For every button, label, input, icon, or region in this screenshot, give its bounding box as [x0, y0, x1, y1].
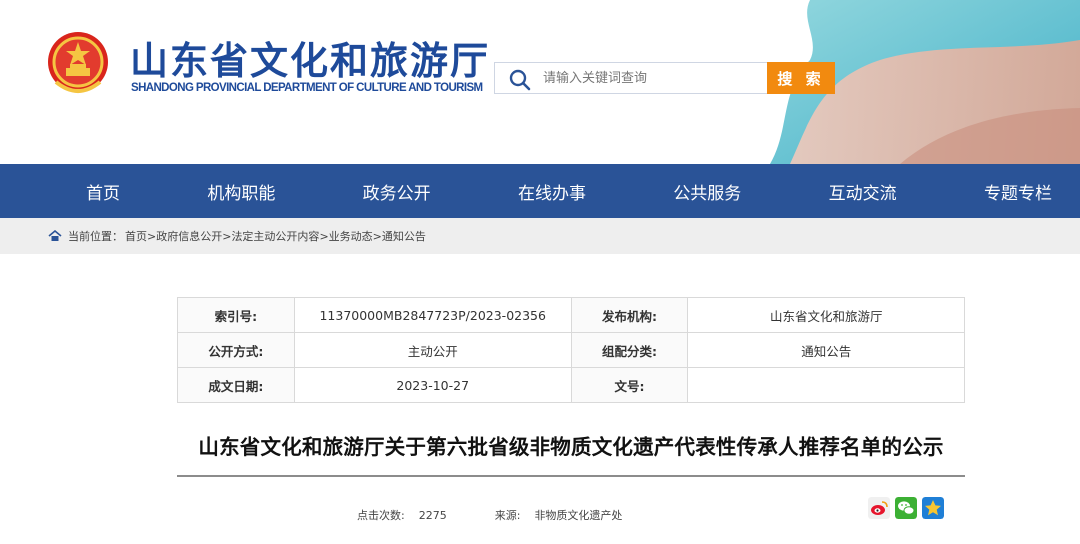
nav-item-special-topics[interactable]: 专题专栏 [984, 179, 1052, 204]
breadcrumb-separator: > [222, 229, 232, 243]
article-title: 山东省文化和旅游厅关于第六批省级非物质文化遗产代表性传承人推荐名单的公示 [198, 435, 944, 459]
main-nav: 首页 机构职能 政务公开 在线办事 公共服务 互动交流 专题专栏 [0, 164, 1080, 218]
view-count: 点击次数: 2275 [357, 507, 447, 523]
meta-key: 文号: [570, 367, 689, 403]
search-box [494, 62, 768, 94]
meta-value: 山东省文化和旅游厅 [687, 297, 965, 333]
meta-key: 成文日期: [177, 367, 295, 403]
source-label: 来源: [494, 509, 521, 522]
table-row: 成文日期: 2023-10-27 文号: [177, 367, 965, 403]
breadcrumb-item-notices[interactable]: 通知公告 [382, 228, 426, 244]
wechat-icon[interactable] [895, 497, 917, 519]
title-divider [177, 475, 965, 477]
site-header: 山东省文化和旅游厅 SHANDONG PROVINCIAL DEPARTMENT… [0, 0, 1080, 164]
meta-key: 组配分类: [570, 332, 689, 368]
article-source: 来源: 非物质文化遗产处 [495, 507, 623, 523]
favorite-icon[interactable] [922, 497, 944, 519]
meta-key: 公开方式: [177, 332, 295, 368]
nav-item-home[interactable]: 首页 [86, 179, 120, 204]
meta-value: 11370000MB2847723P/2023-02356 [293, 297, 572, 333]
breadcrumb-item-home[interactable]: 首页 [125, 228, 147, 244]
breadcrumb: 当前位置： 首页 > 政府信息公开 > 法定主动公开内容 > 业务动态 > 通知… [0, 218, 1080, 254]
table-row: 索引号: 11370000MB2847723P/2023-02356 发布机构:… [177, 297, 965, 333]
site-title: 山东省文化和旅游厅 [130, 39, 491, 83]
share-buttons [868, 497, 944, 519]
breadcrumb-separator: > [372, 229, 382, 243]
search-icon [509, 69, 531, 91]
breadcrumb-item-gov-info[interactable]: 政府信息公开 [156, 228, 222, 244]
search-input[interactable] [543, 63, 763, 93]
national-emblem-icon [48, 32, 108, 93]
table-row: 公开方式: 主动公开 组配分类: 通知公告 [177, 332, 965, 368]
breadcrumb-item-business-news[interactable]: 业务动态 [329, 228, 373, 244]
view-count-value: 2275 [418, 509, 447, 522]
breadcrumb-separator: > [319, 229, 329, 243]
home-icon [48, 230, 62, 241]
source-value: 非物质文化遗产处 [534, 509, 623, 522]
breadcrumb-separator: > [147, 229, 157, 243]
nav-item-government-affairs[interactable]: 政务公开 [363, 179, 431, 204]
meta-value: 通知公告 [687, 332, 965, 368]
meta-value: 主动公开 [293, 332, 572, 368]
nav-item-online-services[interactable]: 在线办事 [518, 179, 586, 204]
meta-value: 2023-10-27 [293, 367, 572, 403]
article-stats: 点击次数: 2275 来源: 非物质文化遗产处 [357, 507, 670, 523]
weibo-icon[interactable] [868, 497, 890, 519]
meta-key: 发布机构: [570, 297, 689, 333]
nav-item-functions[interactable]: 机构职能 [207, 179, 275, 204]
search-button[interactable]: 搜 索 [767, 62, 835, 94]
site-subtitle: SHANDONG PROVINCIAL DEPARTMENT OF CULTUR… [131, 82, 483, 94]
document-metadata-table: 索引号: 11370000MB2847723P/2023-02356 发布机构:… [177, 297, 965, 403]
breadcrumb-label: 当前位置： [68, 230, 123, 243]
breadcrumb-item-statutory-content[interactable]: 法定主动公开内容 [231, 228, 319, 244]
meta-key: 索引号: [177, 297, 295, 333]
nav-item-public-services[interactable]: 公共服务 [673, 179, 741, 204]
nav-item-interaction[interactable]: 互动交流 [829, 179, 897, 204]
view-count-label: 点击次数: [357, 509, 405, 522]
meta-value [687, 367, 965, 403]
